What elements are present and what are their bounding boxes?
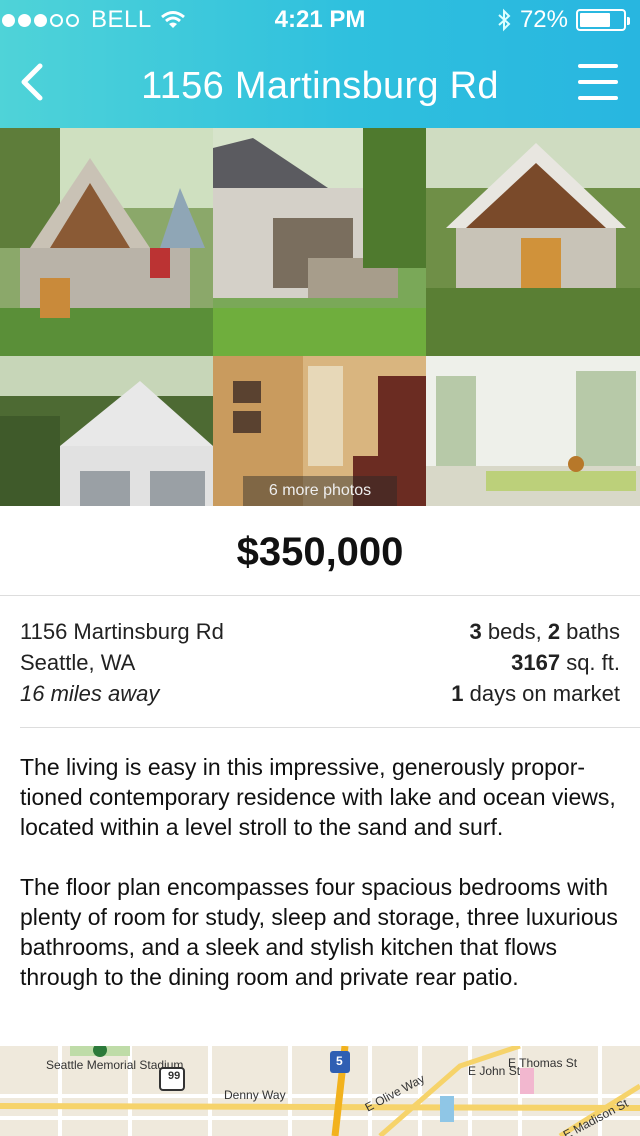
photo-thumbnail-5[interactable]: 6 more photos — [213, 356, 426, 506]
days-on-market: 1 days on market — [451, 678, 620, 709]
address-line2: Seattle, WA — [20, 650, 136, 675]
days-value: 1 — [451, 681, 464, 706]
photo-gallery: 6 more photos — [0, 128, 640, 506]
sqft-label: sq. ft. — [560, 650, 620, 675]
battery-percent: 72% — [519, 6, 568, 33]
status-bar: BELL 4:21 PM 72% — [0, 0, 640, 40]
description-paragraph-1: The living is easy in this impressive, g… — [20, 754, 616, 840]
battery-icon — [576, 9, 630, 31]
photo-thumbnail-3[interactable] — [426, 128, 640, 356]
map-label-john: E John St — [468, 1064, 521, 1078]
route-5-label: 5 — [336, 1054, 343, 1068]
address-block: 1156 Martinsburg Rd Seattle, WA 16 miles… — [20, 616, 224, 709]
baths-label: baths — [560, 619, 620, 644]
divider — [20, 727, 640, 728]
bluetooth-icon — [498, 8, 511, 32]
photo-thumbnail-4[interactable] — [0, 356, 213, 506]
sqft-value: 3167 — [511, 650, 561, 675]
route-99-label: 99 — [168, 1070, 181, 1082]
listing-description: The living is easy in this impressive, g… — [20, 752, 620, 1022]
square-footage: 3167 sq. ft. — [451, 647, 620, 678]
beds-label: beds, — [481, 619, 548, 644]
beds-baths: 3 beds, 2 baths — [451, 616, 620, 647]
beds-count: 3 — [469, 619, 482, 644]
photo-thumbnail-1[interactable] — [0, 128, 213, 356]
location-map[interactable]: Seattle Memorial Stadium 99 5 Denny Way … — [0, 1046, 640, 1136]
photo-thumbnail-2[interactable] — [213, 128, 426, 356]
distance-text: 16 miles away — [20, 681, 160, 706]
listing-details: 1156 Martinsburg Rd Seattle, WA 16 miles… — [0, 596, 640, 728]
address-line1: 1156 Martinsburg Rd — [20, 619, 224, 644]
status-right: 72% — [496, 0, 630, 40]
hamburger-menu-icon — [578, 64, 618, 68]
more-photos-label[interactable]: 6 more photos — [243, 476, 397, 506]
listing-price: $350,000 — [0, 506, 640, 596]
stats-block: 3 beds, 2 baths 3167 sq. ft. 1 days on m… — [451, 616, 620, 709]
header: BELL 4:21 PM 72% 1156 Martinsburg Rd — [0, 0, 640, 128]
nav-bar: 1156 Martinsburg Rd — [0, 40, 640, 128]
baths-count: 2 — [547, 619, 561, 644]
days-label: days on market — [463, 681, 620, 706]
description-paragraph-2: The floor plan encompasses four spacious… — [20, 874, 618, 990]
map-label-denny: Denny Way — [224, 1088, 286, 1102]
menu-button[interactable] — [578, 64, 620, 104]
page-title: 1156 Martinsburg Rd — [141, 65, 499, 107]
map-label-stadium: Seattle Memorial Stadium — [46, 1058, 184, 1072]
photo-thumbnail-6[interactable] — [426, 356, 640, 506]
battery-fill — [580, 13, 611, 27]
